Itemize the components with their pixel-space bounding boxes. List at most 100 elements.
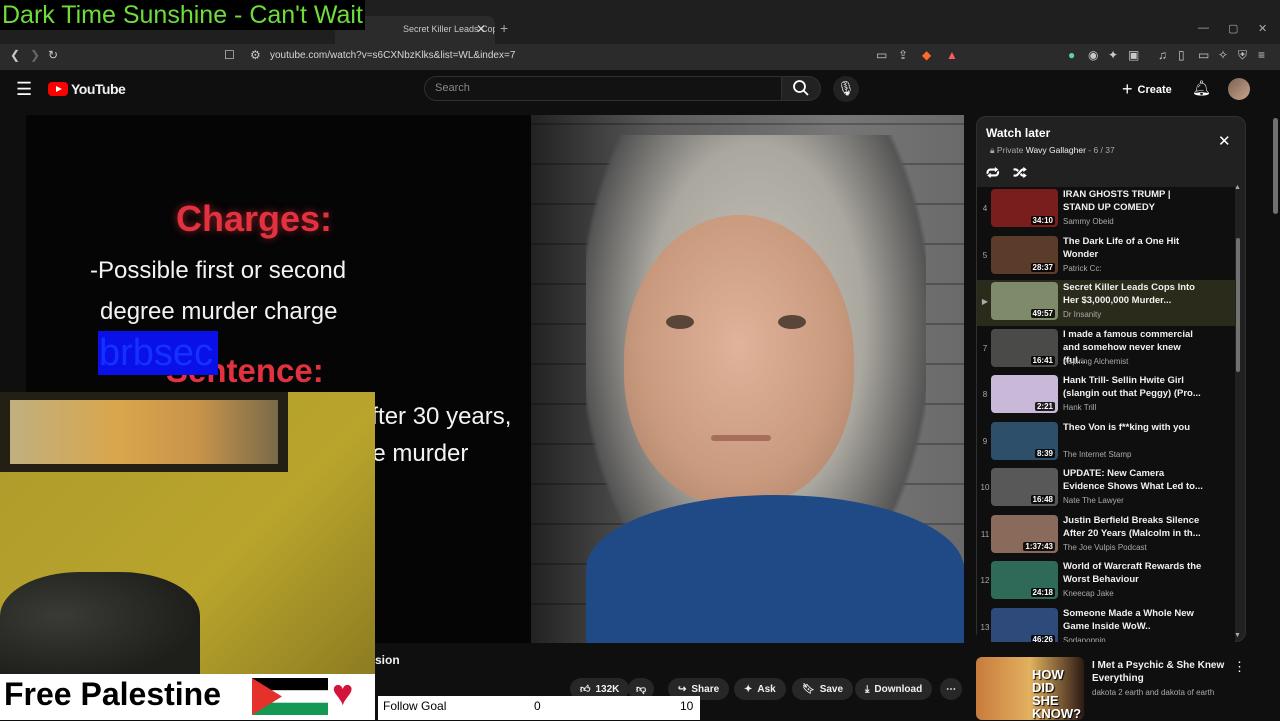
extension-2-icon[interactable]: ◉ — [1088, 48, 1098, 62]
playlist-item-channel[interactable]: Hank Trill — [1063, 403, 1096, 412]
maximize-icon[interactable]: ▢ — [1228, 22, 1238, 35]
webcam-picture-frame — [0, 392, 288, 472]
playlist-item-channel[interactable]: Aspiring Alchemist — [1063, 357, 1128, 366]
scroll-down-icon[interactable]: ▼ — [1234, 632, 1241, 639]
playlist-item-channel[interactable]: Kneecap Jake — [1063, 589, 1114, 598]
playlist-item-title[interactable]: Secret Killer Leads Cops Into Her $3,000… — [1063, 281, 1203, 307]
playlist-item-title[interactable]: Theo Von is f**king with you — [1063, 421, 1203, 434]
save-button[interactable]: 🔖︎ Save — [792, 678, 854, 700]
like-count: 132K — [595, 683, 620, 695]
window-close-icon[interactable]: ✕ — [1258, 22, 1267, 35]
playlist-item-thumbnail[interactable]: 16:48 — [991, 468, 1058, 506]
back-icon[interactable]: ❮ — [10, 48, 20, 62]
wallet-icon[interactable]: ▭ — [1198, 48, 1209, 62]
recommended-channel[interactable]: dakota 2 earth and dakota of earth — [1092, 688, 1214, 697]
playlist-item-title[interactable]: Someone Made a Whole New Game Inside WoW… — [1063, 607, 1203, 633]
extension-4-icon[interactable]: ▣ — [1128, 48, 1139, 62]
playlist-item-index: 7 — [982, 343, 988, 353]
playlist-item[interactable]: 12 24:18 World of Warcraft Rewards the Wor… — [977, 559, 1235, 605]
search-input[interactable]: Search — [424, 76, 781, 101]
playlist-item-title[interactable]: IRAN GHOSTS TRUMP | STAND UP COMEDY — [1063, 188, 1203, 214]
recommended-title[interactable]: I Met a Psychic & She Knew Everything — [1092, 659, 1232, 685]
playlist-item-title[interactable]: Hank Trill- Sellin Hwite Girl (slangin o… — [1063, 374, 1203, 400]
brave-shield-icon[interactable]: ◆ — [922, 48, 931, 62]
playlist-item-thumbnail[interactable]: 49:57 — [991, 282, 1058, 320]
bookmark-icon[interactable]: ☐ — [224, 48, 235, 62]
playlist-item[interactable]: ▶ 49:57 Secret Killer Leads Cops Into Her … — [977, 280, 1235, 326]
playlist-item-channel[interactable]: Patrick Cc: — [1063, 264, 1102, 273]
vpn-icon[interactable]: ⛨ — [1238, 48, 1247, 63]
more-vert-icon[interactable]: ⋮ — [1233, 659, 1246, 675]
loop-icon[interactable]: 🔁︎ — [986, 162, 1000, 183]
playlist-item-duration: 16:48 — [1030, 495, 1055, 504]
banner-text: Free Palestine — [4, 676, 221, 712]
playlist-item-channel[interactable]: The Internet Stamp — [1063, 450, 1131, 459]
playlist-item-thumbnail[interactable]: 8:39 — [991, 421, 1058, 460]
playlist-item[interactable]: 5 28:37 The Dark Life of a One Hit Wonder P… — [977, 234, 1235, 280]
youtube-logo[interactable]: YouTube — [48, 81, 126, 97]
playlist-item[interactable]: 10 16:48 UPDATE: New Camera Evidence Shows… — [977, 466, 1235, 512]
playlist-item[interactable]: 9 8:39 Theo Von is f**king with you The Int… — [977, 420, 1235, 466]
download-button[interactable]: ⤓ Download — [855, 678, 933, 700]
playlist-item-channel[interactable]: Sodapoppin — [1063, 636, 1106, 643]
media-icon[interactable]: ♫ — [1158, 48, 1167, 62]
playlist-item-thumbnail[interactable]: 16:41 — [991, 328, 1058, 367]
playlist-item-channel[interactable]: Dr Insanity — [1063, 310, 1101, 319]
sidebar-icon[interactable]: ▯ — [1178, 48, 1185, 62]
close-icon[interactable]: ✕ — [1218, 132, 1231, 150]
scroll-up-icon[interactable]: ▲ — [1234, 184, 1241, 191]
new-tab-icon[interactable]: + — [500, 20, 508, 36]
playlist-item-channel[interactable]: Sammy Obeid — [1063, 217, 1114, 226]
reload-icon[interactable]: ↻ — [48, 48, 58, 62]
more-icon: ⋯ — [946, 683, 956, 695]
page-scrollbar[interactable] — [1273, 118, 1278, 214]
playlist-item-title[interactable]: The Dark Life of a One Hit Wonder — [1063, 235, 1203, 261]
video-eye-left — [666, 315, 694, 329]
extension-3-icon[interactable]: ✦ — [1108, 48, 1118, 62]
playlist-item-thumbnail[interactable]: 28:37 — [991, 235, 1058, 274]
site-info-icon[interactable]: ⚙ — [250, 48, 261, 62]
playlist-item-thumbnail[interactable]: 2:21 — [991, 375, 1058, 413]
youtube-play-icon — [48, 82, 68, 96]
playlist-owner[interactable]: Wavy Gallagher — [1026, 145, 1086, 155]
playlist-item-title[interactable]: World of Warcraft Rewards the Worst Beha… — [1063, 560, 1203, 586]
playlist-item-thumbnail[interactable]: 1:37:43 — [991, 514, 1058, 553]
tab-close-icon[interactable]: ✕ — [476, 22, 486, 36]
menu-icon[interactable]: ≡ — [1258, 48, 1265, 62]
more-actions-button[interactable]: ⋯ — [940, 678, 962, 700]
playlist-item[interactable]: 7 16:41 I made a famous commercial and som… — [977, 327, 1235, 373]
hamburger-menu-icon[interactable]: ☰ — [16, 79, 32, 100]
shuffle-icon[interactable]: 🔀︎ — [1013, 162, 1027, 183]
cast-icon[interactable]: ▭ — [876, 48, 887, 62]
rewards-icon[interactable]: ▲ — [946, 48, 958, 62]
playlist-item[interactable]: 4 34:10 IRAN GHOSTS TRUMP | STAND UP COMED… — [977, 187, 1235, 233]
playlist-item[interactable]: 11 1:37:43 Justin Berfield Breaks Silence … — [977, 513, 1235, 559]
playlist-scrollbar[interactable] — [1236, 238, 1240, 372]
playlist-item[interactable]: 13 46:26 Someone Made a Whole New Game Ins… — [977, 606, 1235, 643]
notifications-bell-icon[interactable]: 🔔︎ — [1192, 79, 1211, 97]
playlist-item-thumbnail[interactable]: 24:18 — [991, 561, 1058, 599]
playlist-item-index: 12 — [980, 576, 990, 585]
ask-button[interactable]: ✦ Ask — [734, 678, 786, 700]
address-bar[interactable]: youtube.com/watch?v=s6CXNbzKlks&list=WL&… — [236, 47, 966, 67]
playlist-item-channel[interactable]: The Joe Vulpis Podcast — [1063, 543, 1147, 552]
forward-icon[interactable]: ❯ — [30, 48, 40, 62]
minimize-icon[interactable]: — — [1198, 22, 1209, 34]
leo-icon[interactable]: ✧ — [1218, 48, 1228, 62]
create-button[interactable]: + Create — [1122, 79, 1172, 100]
playlist-title[interactable]: Watch later — [986, 126, 1050, 140]
playlist-item-channel[interactable]: Nate The Lawyer — [1063, 496, 1124, 505]
playlist-item-thumbnail[interactable]: 34:10 — [991, 189, 1058, 227]
playlist-item-title[interactable]: Justin Berfield Breaks Silence After 20 … — [1063, 514, 1203, 540]
playlist-item-title[interactable]: UPDATE: New Camera Evidence Shows What L… — [1063, 467, 1203, 493]
playlist-item-index: 4 — [982, 204, 988, 213]
playlist-item-index: 13 — [980, 622, 990, 632]
voice-search-button[interactable]: 🎙 — [833, 76, 859, 102]
share-icon: ↪ — [678, 683, 687, 695]
playlist-item-thumbnail[interactable]: 46:26 — [991, 607, 1058, 642]
playlist-item[interactable]: 8 2:21 Hank Trill- Sellin Hwite Girl (slan… — [977, 373, 1235, 419]
share-page-icon[interactable]: ⇪ — [898, 48, 908, 62]
search-button[interactable] — [781, 76, 821, 101]
avatar[interactable] — [1228, 78, 1250, 100]
extension-1-icon[interactable]: ● — [1068, 48, 1075, 62]
